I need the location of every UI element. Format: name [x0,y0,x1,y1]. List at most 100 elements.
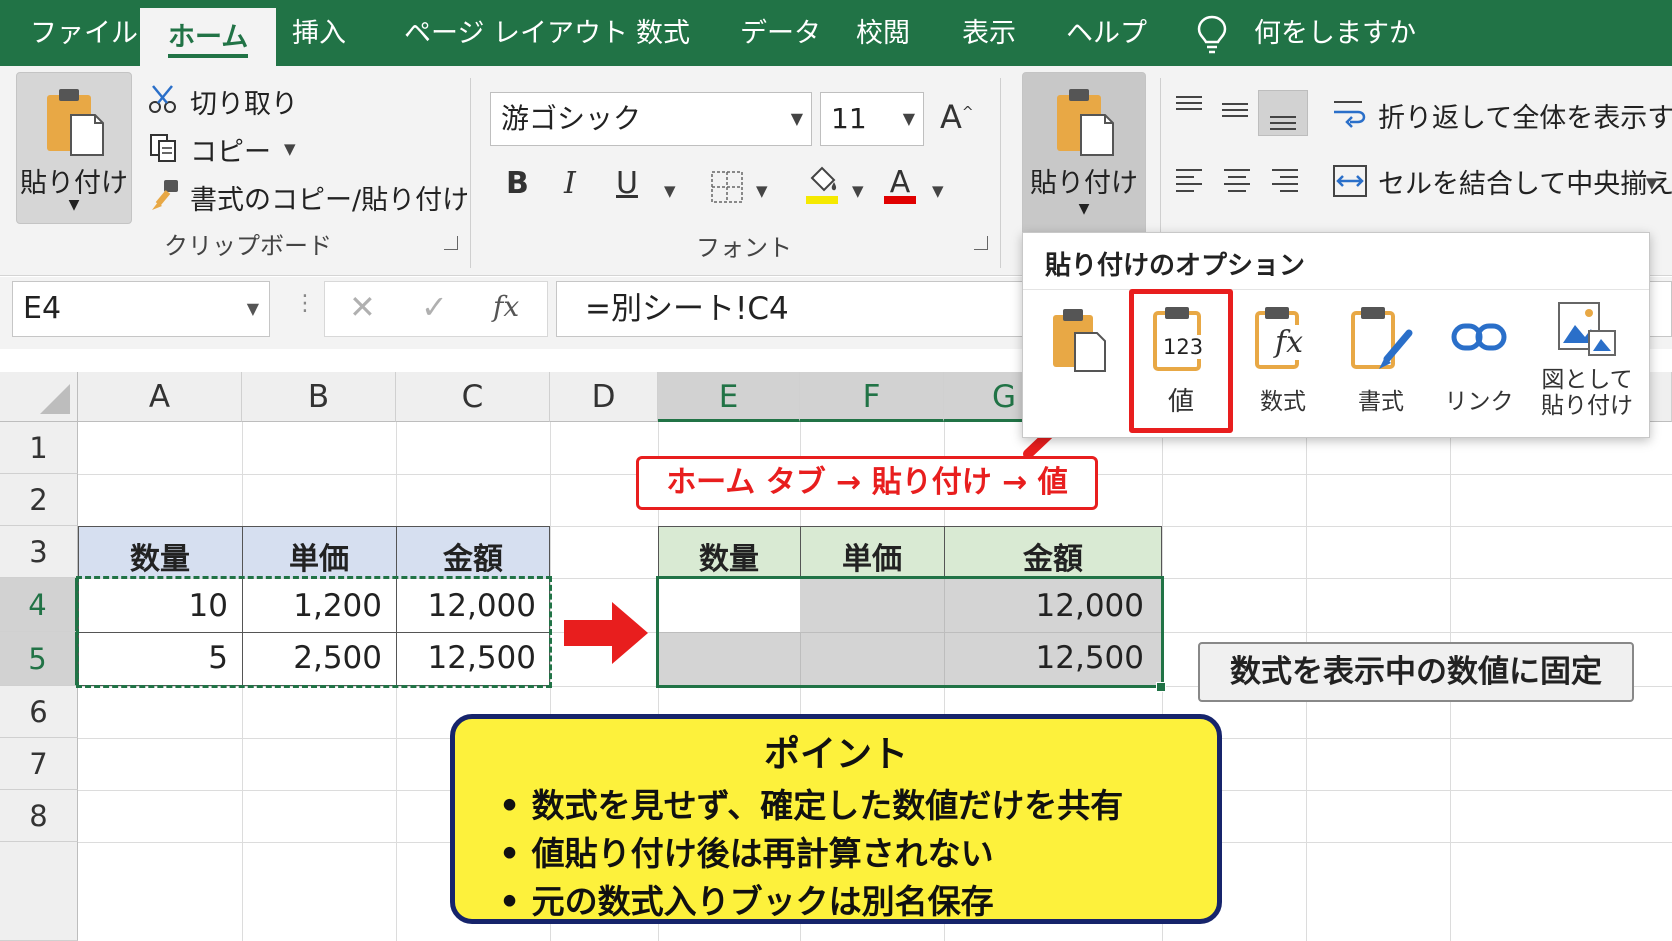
row-header-2[interactable]: 2 [0,474,78,526]
increase-font-size-icon[interactable]: A^ [940,98,974,136]
row-header-7[interactable]: 7 [0,738,78,790]
point-item-3: • 元の数式入りブックは別名保存 [499,882,994,921]
column-header-f[interactable]: F [800,372,944,422]
paste-option-picture[interactable]: 図として 貼り付け [1535,299,1639,431]
insert-function-icon[interactable]: fx [493,290,519,323]
tab-data[interactable]: データ [740,14,821,54]
tab-insert[interactable]: 挿入 [292,14,346,54]
paste-option-formulas-label: 数式 [1260,389,1306,415]
point-title: ポイント [763,734,908,775]
column-header-c[interactable]: C [396,372,550,422]
paste-option-formulas[interactable]: fx 数式 [1237,299,1329,431]
row-header-3[interactable]: 3 [0,526,78,578]
fill-color-icon[interactable] [804,164,840,206]
enter-icon[interactable]: ✓ [421,288,448,326]
paste-button-open[interactable]: 貼り付け ▼ [1022,72,1146,236]
group-separator [470,78,471,268]
paste-options-title: 貼り付けのオプション [1045,251,1306,281]
arrow-right-icon [564,602,648,664]
font-color-icon[interactable]: A [882,164,918,206]
table-divider [800,526,801,578]
paste-clipboard-icon [1053,309,1106,372]
column-header-b[interactable]: B [242,372,396,422]
underline-dropdown-icon[interactable]: ▼ [664,182,676,200]
format-painter-button[interactable]: 書式のコピー/貼り付け [190,178,469,217]
point-item-2: • 値貼り付け後は再計算されない [499,834,994,873]
row-header-5[interactable]: 5 [0,632,78,686]
chevron-down-icon: ▼ [1078,201,1090,217]
paste-option-link-label: リンク [1444,389,1514,415]
tab-review[interactable]: 校閲 [856,14,910,54]
align-bottom-button[interactable] [1258,90,1308,136]
fill-handle[interactable] [1156,682,1166,692]
italic-button[interactable]: I [564,166,576,201]
name-box[interactable]: E4 ▼ [12,281,270,337]
align-right-icon[interactable] [1270,166,1300,196]
column-header-a[interactable]: A [78,372,242,422]
point-box: ポイント • 数式を見せず、確定した数値だけを共有 • 値貼り付け後は再計算され… [450,714,1222,924]
drag-handle-icon[interactable]: ⋮ [294,291,316,316]
cancel-icon[interactable]: ✕ [349,288,376,326]
table-divider [944,526,945,578]
copy-dropdown-icon[interactable]: ▼ [284,140,296,158]
merge-center-icon [1333,165,1367,197]
format-painter-icon [152,180,178,210]
paste-button[interactable]: 貼り付け ▼ [16,72,132,224]
tab-help[interactable]: ヘルプ [1066,14,1147,54]
borders-dropdown-icon[interactable]: ▼ [756,182,768,200]
font-color-dropdown-icon[interactable]: ▼ [932,182,944,200]
scissors-icon [149,85,176,113]
highlight-box [1129,289,1233,433]
copy-button[interactable]: コピー [190,130,271,169]
cut-button[interactable]: 切り取り [190,82,298,121]
paste-option-picture-label-2: 貼り付け [1541,393,1633,419]
tab-formulas[interactable]: 数式 [636,14,690,54]
clipboard-group-label: クリップボード [164,232,332,260]
tab-home[interactable]: ホーム [140,8,277,66]
bold-button[interactable]: B [506,166,529,201]
align-left-icon[interactable] [1174,166,1204,196]
paste-label: 貼り付け [20,168,128,199]
wrap-text-button[interactable]: 折り返して全体を表示する [1378,96,1672,135]
copy-icon [150,134,176,162]
paste-option-link[interactable]: リンク [1433,299,1525,431]
borders-icon[interactable] [710,170,744,204]
copy-marquee [76,576,552,688]
row-header-1[interactable]: 1 [0,422,78,474]
tell-me-search[interactable]: 何をしますか [1254,14,1416,54]
paste-option-picture-label-1: 図として [1541,367,1633,393]
select-all-corner[interactable] [0,372,78,422]
tab-view[interactable]: 表示 [962,14,1016,54]
paste-formulas-badge: fx [1275,325,1304,360]
row-header-8[interactable]: 8 [0,790,78,842]
lightbulb-icon[interactable] [1196,14,1228,54]
font-name-value: 游ゴシック [501,102,642,135]
row-header-6[interactable]: 6 [0,686,78,738]
font-size-combo[interactable]: 11 ▼ [820,92,924,146]
clipboard-dialog-launcher-icon[interactable] [444,236,458,250]
align-center-icon[interactable] [1222,166,1252,196]
row-header-4[interactable]: 4 [0,578,78,632]
align-middle-icon[interactable] [1220,98,1250,124]
merge-center-button[interactable]: セルを結合して中央揃え [1378,162,1672,201]
steps-callout: ホーム タブ → 貼り付け → 値 [636,456,1098,510]
merge-center-dropdown-icon[interactable]: ▼ [1646,174,1658,192]
paste-clipboard-icon [47,89,104,156]
column-header-e[interactable]: E [658,372,800,422]
point-item-1: • 数式を見せず、確定した数値だけを共有 [499,786,1124,825]
font-dialog-launcher-icon[interactable] [974,236,988,250]
group-separator [1000,78,1001,268]
note-box: 数式を表示中の数値に固定 [1198,642,1634,702]
tab-file[interactable]: ファイル [30,14,138,54]
paste-option-paste[interactable] [1033,299,1125,431]
font-name-combo[interactable]: 游ゴシック ▼ [490,92,812,146]
tab-page-layout[interactable]: ページ レイアウト [404,14,628,54]
underline-button[interactable]: U [616,166,638,201]
paste-option-formatting[interactable]: 書式 [1335,299,1427,431]
fill-color-dropdown-icon[interactable]: ▼ [852,182,864,200]
column-header-d[interactable]: D [550,372,658,422]
ribbon-tab-bar: ファイル ホーム 挿入 ページ レイアウト 数式 データ 校閲 表示 ヘルプ 何… [0,0,1672,66]
paste-option-formatting-label: 書式 [1358,389,1404,415]
align-top-icon[interactable] [1174,94,1204,120]
chevron-down-icon: ▼ [68,197,80,213]
